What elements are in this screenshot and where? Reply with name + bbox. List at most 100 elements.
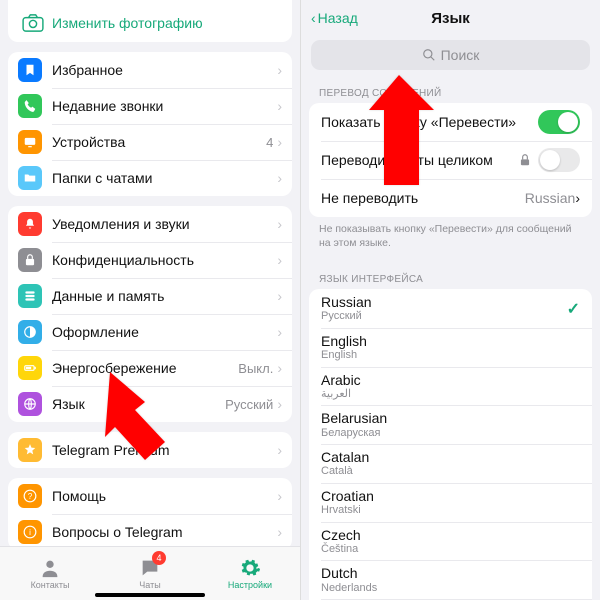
phone-icon xyxy=(18,94,42,118)
language-name: Croatian xyxy=(321,488,580,504)
settings-group: Избранное › Недавние звонки › Устройства… xyxy=(8,52,292,196)
row-label: Помощь xyxy=(52,488,277,504)
language-row[interactable]: Croatian Hrvatski xyxy=(309,483,592,522)
language-native: English xyxy=(321,349,580,362)
row-label: Данные и память xyxy=(52,288,277,304)
language-native: Čeština xyxy=(321,543,580,556)
home-indicator xyxy=(95,593,205,597)
back-button[interactable]: ‹ Назад xyxy=(311,10,358,26)
check-icon: ✓ xyxy=(567,299,580,319)
settings-row[interactable]: Уведомления и звуки › xyxy=(8,206,292,242)
nav-bar: ‹ Назад Язык xyxy=(301,0,600,36)
devices-icon xyxy=(18,130,42,154)
gear-icon xyxy=(239,557,261,579)
chevron-right-icon: › xyxy=(277,288,282,304)
language-row[interactable]: Czech Čeština xyxy=(309,522,592,561)
toggle-show-translate[interactable] xyxy=(538,110,580,134)
person-icon xyxy=(39,557,61,579)
language-row[interactable]: Belarusian Беларуская xyxy=(309,405,592,444)
language-native: العربية xyxy=(321,388,580,401)
section-translate: ПЕРЕВОД СООБЩЕНИЙ xyxy=(301,80,600,103)
settings-row[interactable]: Данные и память › xyxy=(8,278,292,314)
svg-text:i: i xyxy=(29,528,31,537)
settings-row[interactable]: ? Помощь › xyxy=(8,478,292,514)
search-input[interactable]: Поиск xyxy=(311,40,590,70)
language-row[interactable]: Arabic العربية xyxy=(309,367,592,406)
language-name: Dutch xyxy=(321,565,580,581)
language-name: English xyxy=(321,333,580,349)
lock-icon xyxy=(516,151,534,169)
chevron-right-icon: › xyxy=(277,360,282,376)
bell-icon xyxy=(18,212,42,236)
language-name: Catalan xyxy=(321,449,580,465)
chevron-right-icon: › xyxy=(277,98,282,114)
language-native: Беларуская xyxy=(321,427,580,440)
settings-row[interactable]: Недавние звонки › xyxy=(8,88,292,124)
language-pane: ‹ Назад Язык Поиск ПЕРЕВОД СООБЩЕНИЙ Пок… xyxy=(300,0,600,600)
settings-row[interactable]: i Вопросы о Telegram › xyxy=(8,514,292,550)
settings-row[interactable]: Устройства 4 › xyxy=(8,124,292,160)
language-name: Russian xyxy=(321,294,580,310)
lock-icon xyxy=(18,248,42,272)
row-label: Оформление xyxy=(52,324,277,340)
row-value: Выкл. xyxy=(238,361,273,376)
chevron-right-icon: › xyxy=(277,488,282,504)
chevron-right-icon: › xyxy=(277,134,282,150)
row-label: Недавние звонки xyxy=(52,98,277,114)
toggle-translate-whole[interactable] xyxy=(538,148,580,172)
language-list: Russian Русский ✓English English Arabic … xyxy=(309,289,592,600)
language-row[interactable]: Catalan Català xyxy=(309,444,592,483)
chats-badge: 4 xyxy=(152,551,166,565)
tab-settings[interactable]: Настройки xyxy=(200,547,300,600)
tab-contacts-label: Контакты xyxy=(31,580,70,590)
chevron-right-icon: › xyxy=(277,324,282,340)
row-label: Устройства xyxy=(52,134,266,150)
language-name: Arabic xyxy=(321,372,580,388)
chevron-left-icon: ‹ xyxy=(311,10,316,26)
settings-row[interactable]: Папки с чатами › xyxy=(8,160,292,196)
language-row[interactable]: Dutch Nederlands xyxy=(309,560,592,599)
row-label: Уведомления и звуки xyxy=(52,216,277,232)
settings-pane: Изменить фотографию Избранное › Недавние… xyxy=(0,0,300,600)
settings-row[interactable]: Конфиденциальность › xyxy=(8,242,292,278)
help-icon: ? xyxy=(18,484,42,508)
chevron-right-icon: › xyxy=(277,170,282,186)
change-photo-label: Изменить фотографию xyxy=(52,15,203,31)
language-name: Belarusian xyxy=(321,410,580,426)
battery-icon xyxy=(18,356,42,380)
language-name: Czech xyxy=(321,527,580,543)
chevron-right-icon: › xyxy=(277,442,282,458)
tab-chats-label: Чаты xyxy=(139,580,160,590)
language-native: Русский xyxy=(321,310,580,323)
settings-row[interactable]: Оформление › xyxy=(8,314,292,350)
translate-note: Не показывать кнопку «Перевести» для соо… xyxy=(301,217,600,250)
data-icon xyxy=(18,284,42,308)
star-icon xyxy=(18,438,42,462)
settings-group: ? Помощь ›i Вопросы о Telegram › xyxy=(8,478,292,550)
search-icon xyxy=(422,48,436,62)
row-label: Вопросы о Telegram xyxy=(52,524,277,540)
row-value: Русский xyxy=(225,397,273,412)
appearance-icon xyxy=(18,320,42,344)
svg-text:?: ? xyxy=(28,492,33,501)
chevron-right-icon: › xyxy=(277,62,282,78)
chevron-right-icon: › xyxy=(277,396,282,412)
row-label: Папки с чатами xyxy=(52,170,277,186)
arrow-left xyxy=(90,362,180,477)
back-label: Назад xyxy=(318,10,358,26)
chevron-right-icon: › xyxy=(277,524,282,540)
settings-row[interactable]: Избранное › xyxy=(8,52,292,88)
language-row[interactable]: English English xyxy=(309,328,592,367)
tab-contacts[interactable]: Контакты xyxy=(0,547,100,600)
chevron-right-icon: › xyxy=(277,216,282,232)
chevron-right-icon: › xyxy=(277,252,282,268)
section-interface: ЯЗЫК ИНТЕРФЕЙСА xyxy=(301,266,600,289)
folder-icon xyxy=(18,166,42,190)
change-photo-link[interactable]: Изменить фотографию xyxy=(8,0,292,42)
language-row[interactable]: Russian Русский ✓ xyxy=(309,289,592,328)
faq-icon: i xyxy=(18,520,42,544)
language-native: Hrvatski xyxy=(321,504,580,517)
dont-translate-value: Russian xyxy=(525,190,576,206)
language-native: Nederlands xyxy=(321,582,580,595)
tab-bar: Контакты 4 Чаты Настройки xyxy=(0,546,300,600)
